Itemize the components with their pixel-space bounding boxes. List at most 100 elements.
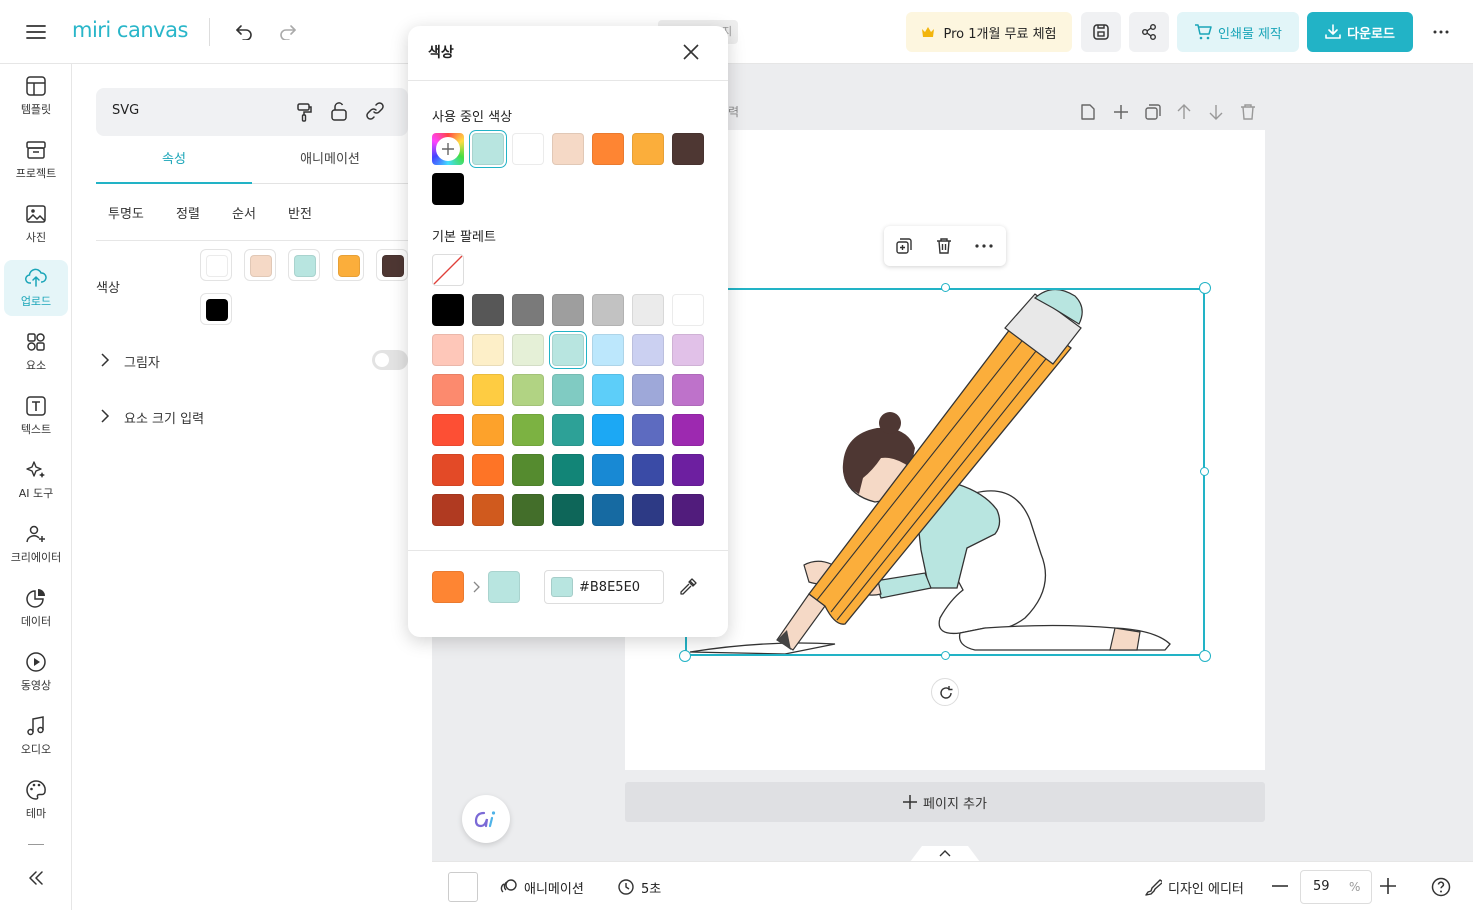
duplicate-icon[interactable] (895, 237, 913, 255)
rail-item-upload[interactable]: 업로드 (4, 260, 68, 316)
chevron-right-icon[interactable] (100, 409, 110, 423)
palette-color-swatch[interactable] (632, 494, 664, 526)
rotate-handle[interactable] (931, 678, 959, 706)
palette-color-swatch[interactable] (632, 414, 664, 446)
download-button[interactable]: 다운로드 (1307, 12, 1413, 52)
duration-button[interactable]: 5초 (641, 878, 661, 897)
panel-color-swatch[interactable] (376, 249, 408, 281)
tab-animation[interactable]: 애니메이션 (252, 148, 408, 184)
design-editor-button[interactable]: 디자인 에디터 (1168, 878, 1244, 897)
animation-button[interactable]: 애니메이션 (524, 878, 584, 897)
in-use-color-swatch[interactable] (592, 133, 624, 165)
duplicate-icon[interactable] (1144, 103, 1162, 121)
shadow-label[interactable]: 그림자 (124, 352, 160, 371)
palette-color-swatch[interactable] (592, 414, 624, 446)
resize-handle[interactable] (679, 650, 691, 662)
palette-color-swatch[interactable] (632, 294, 664, 326)
zoom-in-icon[interactable] (1380, 878, 1396, 894)
palette-color-swatch[interactable] (472, 414, 504, 446)
add-page-button[interactable]: 페이지 추가 (625, 782, 1265, 822)
in-use-color-swatch[interactable] (672, 133, 704, 165)
hex-input[interactable]: #B8E5E0 (544, 570, 664, 604)
panel-color-swatch[interactable] (332, 249, 364, 281)
save-button[interactable] (1081, 12, 1121, 52)
rail-item-elements[interactable]: 요소 (4, 324, 68, 380)
size-input-label[interactable]: 요소 크기 입력 (124, 408, 204, 427)
palette-color-swatch[interactable] (512, 454, 544, 486)
page-title-fragment[interactable]: 력 (728, 103, 739, 120)
palette-color-swatch[interactable] (432, 334, 464, 366)
palette-color-swatch[interactable] (592, 454, 624, 486)
trash-icon[interactable] (1240, 103, 1256, 121)
resize-handle[interactable] (1200, 467, 1209, 476)
rail-item-audio[interactable]: 오디오 (4, 708, 68, 764)
format-painter-icon[interactable] (294, 102, 314, 122)
palette-color-swatch[interactable] (472, 494, 504, 526)
in-use-color-swatch[interactable] (512, 133, 544, 165)
resize-handle[interactable] (1199, 282, 1211, 294)
palette-color-swatch[interactable] (432, 494, 464, 526)
subtab-opacity[interactable]: 투명도 (108, 203, 144, 222)
palette-color-swatch[interactable] (632, 374, 664, 406)
rail-item-theme[interactable]: 테마 (4, 772, 68, 828)
palette-color-swatch[interactable] (432, 294, 464, 326)
resize-handle[interactable] (941, 283, 950, 292)
palette-color-swatch[interactable] (632, 334, 664, 366)
palette-color-swatch[interactable] (672, 454, 704, 486)
arrow-up-icon[interactable] (1176, 103, 1192, 121)
rail-item-ai-tools[interactable]: AI 도구 (4, 452, 68, 508)
close-icon[interactable] (683, 44, 699, 60)
subtab-flip[interactable]: 반전 (288, 203, 312, 222)
undo-icon[interactable] (230, 18, 258, 46)
ai-assistant-button[interactable] (462, 795, 510, 843)
rail-item-text[interactable]: 텍스트 (4, 388, 68, 444)
palette-color-swatch[interactable] (512, 494, 544, 526)
palette-color-swatch[interactable] (672, 334, 704, 366)
palette-color-swatch[interactable] (672, 414, 704, 446)
palette-color-swatch[interactable] (472, 454, 504, 486)
no-color-swatch[interactable] (432, 254, 464, 286)
rail-item-creator[interactable]: 크리에이터 (4, 516, 68, 572)
timeline-toggle[interactable] (910, 846, 980, 862)
subtab-order[interactable]: 순서 (232, 203, 256, 222)
palette-color-swatch[interactable] (592, 294, 624, 326)
pro-trial-button[interactable]: Pro 1개월 무료 체험 (906, 12, 1072, 52)
palette-color-swatch[interactable] (432, 414, 464, 446)
page-icon[interactable] (1080, 103, 1096, 121)
add-color-button[interactable] (432, 133, 464, 165)
shadow-toggle[interactable] (372, 350, 408, 370)
lock-icon[interactable] (330, 102, 348, 122)
palette-color-swatch[interactable] (552, 374, 584, 406)
rail-item-template[interactable]: 템플릿 (4, 68, 68, 124)
in-use-color-swatch[interactable] (472, 133, 504, 165)
palette-color-swatch[interactable] (512, 334, 544, 366)
redo-icon[interactable] (274, 18, 302, 46)
help-icon[interactable] (1431, 877, 1451, 897)
panel-color-swatch[interactable] (244, 249, 276, 281)
palette-color-swatch[interactable] (672, 374, 704, 406)
palette-color-swatch[interactable] (552, 334, 584, 366)
palette-color-swatch[interactable] (472, 294, 504, 326)
palette-color-swatch[interactable] (552, 494, 584, 526)
subtab-align[interactable]: 정렬 (176, 203, 200, 222)
trash-icon[interactable] (936, 237, 952, 255)
zoom-input[interactable]: 59 % (1300, 870, 1372, 904)
link-icon[interactable] (366, 102, 384, 120)
palette-color-swatch[interactable] (552, 414, 584, 446)
palette-color-swatch[interactable] (512, 414, 544, 446)
palette-color-swatch[interactable] (512, 294, 544, 326)
palette-color-swatch[interactable] (472, 374, 504, 406)
panel-color-swatch[interactable] (200, 249, 232, 281)
rail-item-video[interactable]: 동영상 (4, 644, 68, 700)
rail-item-project[interactable]: 프로젝트 (4, 132, 68, 188)
print-order-button[interactable]: 인쇄물 제작 (1177, 12, 1299, 52)
resize-handle[interactable] (1199, 650, 1211, 662)
logo[interactable]: miri canvas (72, 18, 188, 42)
page-thumbnail[interactable] (448, 872, 478, 902)
chevron-right-icon[interactable] (100, 353, 110, 367)
resize-handle[interactable] (941, 651, 950, 660)
menu-icon[interactable] (20, 18, 52, 46)
palette-color-swatch[interactable] (672, 294, 704, 326)
palette-color-swatch[interactable] (592, 334, 624, 366)
panel-color-swatch[interactable] (200, 293, 232, 325)
